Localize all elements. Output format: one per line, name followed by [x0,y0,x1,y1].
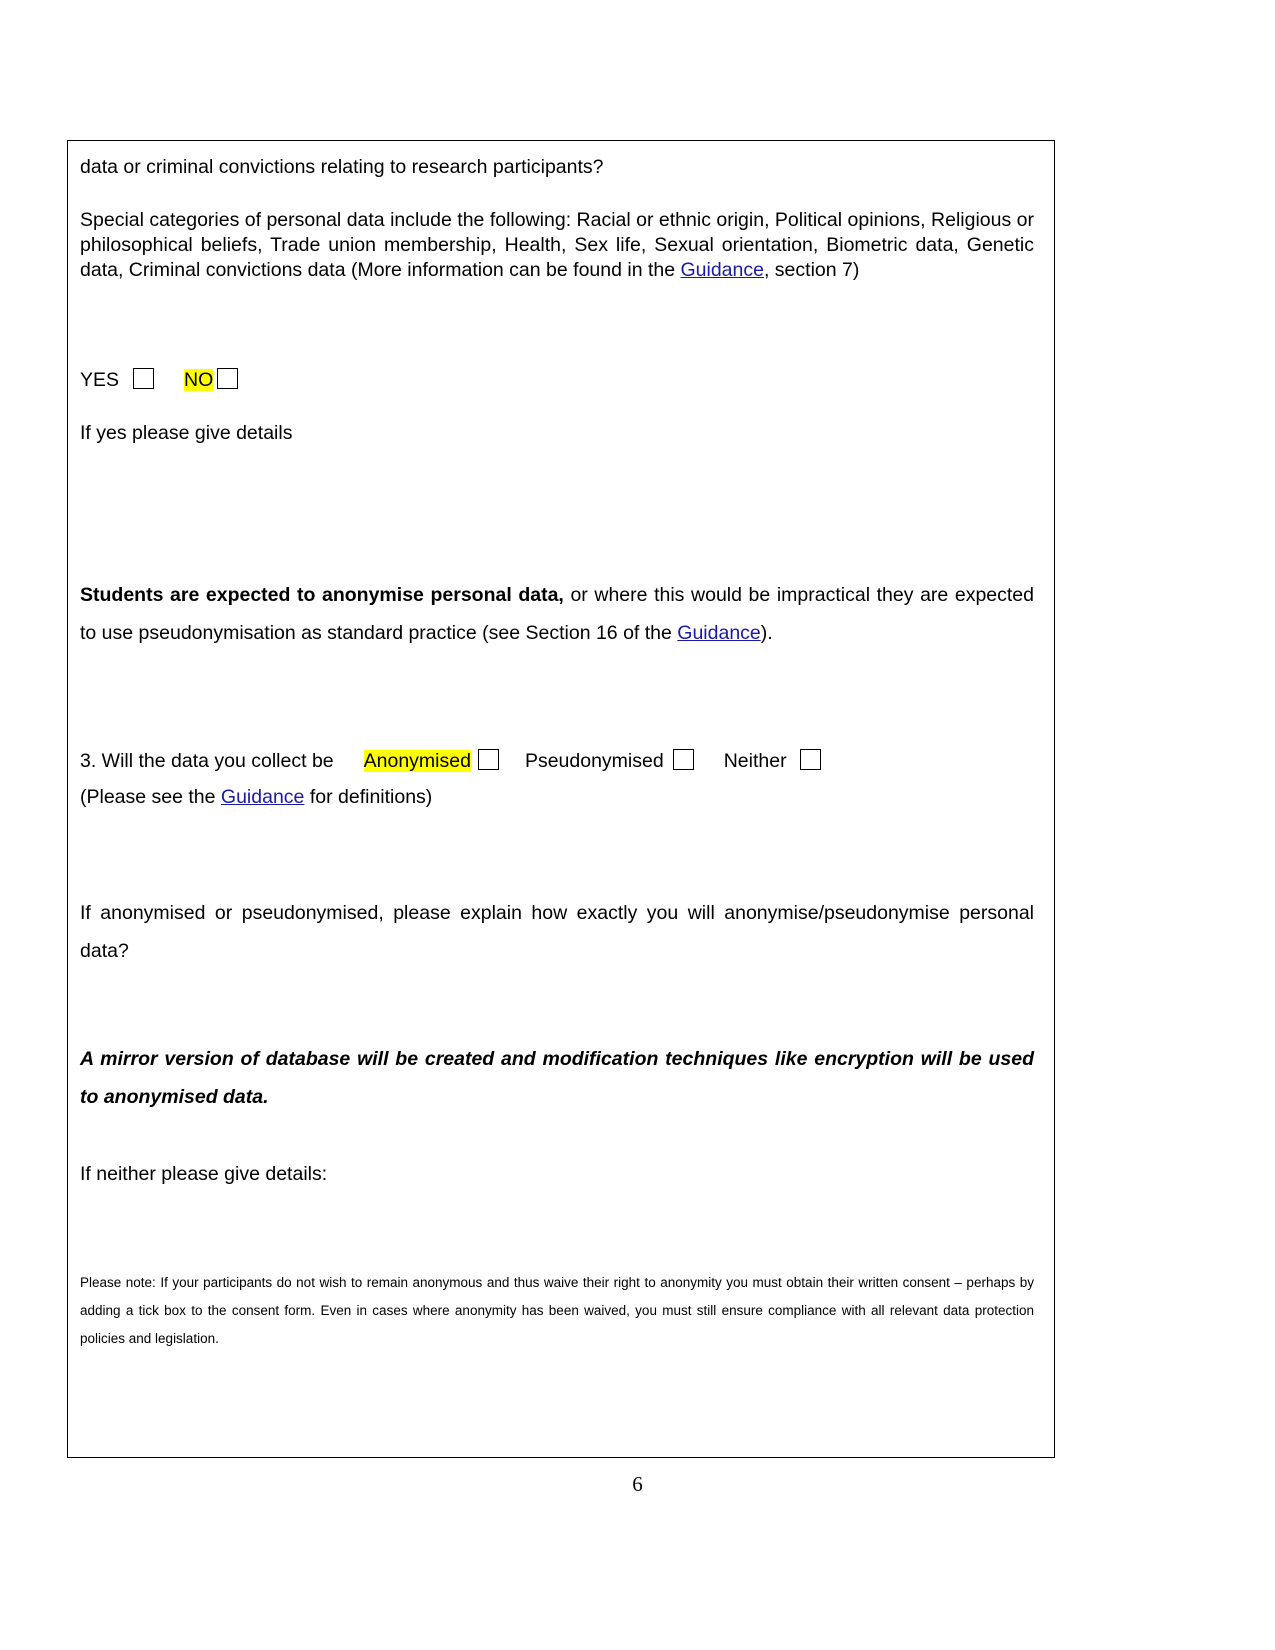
no-checkbox[interactable] [217,368,239,389]
question3-subnote: (Please see the Guidance for definitions… [80,785,1034,810]
explain-anonymisation-answer[interactable]: A mirror version of database will be cre… [80,1040,1034,1116]
if-neither-details-label: If neither please give details: [80,1163,328,1185]
special-categories-tail: , section 7) [763,259,860,281]
anonymised-checkbox[interactable] [477,749,499,770]
please-note-paragraph: Please note: If your participants do not… [80,1275,1034,1346]
question3-row: 3. Will the data you collect be Anonymise… [80,748,1034,774]
option-anonymised-label: Anonymised [363,750,471,772]
yes-label: YES [80,369,120,391]
question2-continuation-text: data or criminal convictions relating to… [80,156,604,178]
if-yes-details-label: If yes please give details [80,422,293,444]
special-categories-lead: Special categories of personal data incl… [80,209,1034,281]
pseudonymised-checkbox[interactable] [672,749,694,770]
question3-subnote-prefix: (Please see the [80,786,221,808]
yes-no-row: YES NO [80,367,1034,393]
option-neither-label: Neither [723,750,787,772]
anonymise-tail: ). [760,622,773,644]
if-neither-details-answer-area[interactable] [80,1187,1034,1269]
question3-subnote-suffix: for definitions) [304,786,433,808]
neither-checkbox[interactable] [799,749,821,770]
if-yes-details-answer-area[interactable] [80,446,1034,576]
special-categories-paragraph: Special categories of personal data incl… [80,208,1034,283]
guidance-link-section16[interactable]: Guidance [677,622,760,644]
anonymise-expectation-paragraph: Students are expected to anonymise perso… [80,576,1034,652]
yes-checkbox[interactable] [133,368,155,389]
anonymise-bold-text: Students are expected to anonymise perso… [80,584,564,606]
option-pseudonymised-label: Pseudonymised [524,750,664,772]
question3-prompt: 3. Will the data you collect be [80,750,334,772]
no-label: NO [184,369,214,391]
guidance-link-section7[interactable]: Guidance [680,259,763,281]
page-number: 6 [632,1472,643,1496]
guidance-link-definitions[interactable]: Guidance [221,786,304,808]
form-content-box: data or criminal convictions relating to… [67,140,1055,1458]
document-page: data or criminal convictions relating to… [0,0,1275,1650]
explain-anonymisation-prompt: If anonymised or pseudonymised, please e… [80,902,1034,962]
